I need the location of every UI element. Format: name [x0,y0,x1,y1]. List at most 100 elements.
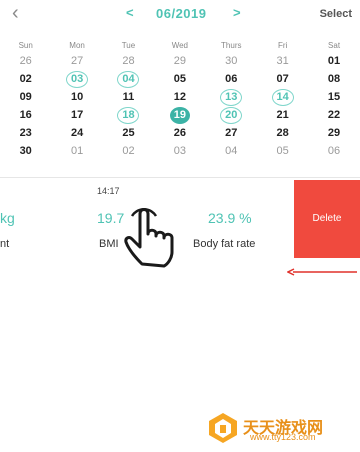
calendar-day[interactable]: 09 [0,88,51,106]
calendar-day[interactable]: 31 [257,52,308,70]
watermark-url: www.tty123.com [250,432,316,442]
calendar-day-number: 27 [70,55,84,67]
calendar-day-number: 18 [117,107,140,124]
calendar-day-number: 15 [327,91,341,103]
calendar-day-number: 02 [122,145,135,157]
calendar-day-number: 26 [19,55,32,67]
calendar-day-number: 27 [225,127,238,139]
calendar-day-number: 05 [276,145,289,157]
calendar-day-with-record[interactable]: 03 [51,70,102,88]
calendar-day[interactable]: 12 [154,88,205,106]
calendar-day-number: 20 [220,107,243,124]
calendar-day-number: 17 [70,109,84,121]
calendar-day-number: 28 [276,127,289,139]
calendar-day[interactable]: 11 [103,88,154,106]
calendar-day-number: 14 [271,89,294,106]
weekday-label: Fri [277,41,288,50]
calendar-week-row: 23 24 25 26 27 28 29 [0,124,360,142]
calendar-day[interactable]: 25 [103,124,154,142]
divider [0,177,360,178]
calendar-day[interactable]: 26 [154,124,205,142]
weekday-label: Thurs [221,41,242,50]
weekday-label: Mon [69,41,85,50]
calendar-day[interactable]: 02 [0,70,51,88]
weekday-label: Sun [18,41,33,50]
calendar-day[interactable]: 29 [154,52,205,70]
calendar-day-number: 11 [122,91,135,103]
calendar-day[interactable]: 01 [51,142,102,160]
calendar-day-number: 28 [122,55,135,67]
calendar-day[interactable]: 01 [308,52,359,70]
delete-button[interactable]: Delete [294,180,360,258]
calendar-week-row: 26 27 28 29 30 31 01 [0,52,360,70]
calendar-day[interactable]: 06 [308,142,359,160]
month-title: 06/2019 [156,6,207,21]
calendar-day-number: 23 [19,127,32,139]
calendar-day-number: 07 [276,73,289,85]
calendar-day[interactable]: 21 [257,106,308,124]
calendar-day-number: 29 [327,127,341,139]
calendar-day-number: 01 [70,145,84,157]
calendar-day-number: 06 [225,73,238,85]
calendar-week-row: 02 03 04 05 06 07 08 [0,70,360,88]
calendar-grid: Sun Mon Tue Wed Thurs Fri Sat 26 27 28 29 30… [0,40,360,160]
calendar-day[interactable]: 15 [308,88,359,106]
calendar-day[interactable]: 24 [51,124,102,142]
next-month-icon[interactable]: > [233,5,241,20]
calendar-day[interactable]: 28 [103,52,154,70]
calendar-day[interactable]: 05 [257,142,308,160]
weekday-label: Wed [171,41,189,50]
calendar-day-with-record[interactable]: 14 [257,88,308,106]
calendar-day-number: 26 [173,127,186,139]
calendar-day[interactable]: 27 [206,124,257,142]
calendar-day[interactable]: 22 [308,106,359,124]
calendar-day-number: 29 [173,55,186,67]
calendar-day[interactable]: 03 [154,142,205,160]
calendar-day[interactable]: 06 [206,70,257,88]
body-fat-value: 23.9 % [208,210,252,226]
calendar-day[interactable]: 04 [206,142,257,160]
calendar-day-number: 13 [220,89,243,106]
calendar-day[interactable]: 30 [0,142,51,160]
calendar-day-number: 05 [173,73,186,85]
calendar-day-with-record[interactable]: 13 [206,88,257,106]
calendar-header: ‹ < 06/2019 > Select [0,0,360,30]
weekday-label: Tue [121,41,136,50]
weekday-label: Sat [328,41,341,50]
calendar-day-number: 31 [276,55,289,67]
calendar-day[interactable]: 23 [0,124,51,142]
calendar-day[interactable]: 08 [308,70,359,88]
calendar-day-number: 02 [19,73,32,85]
calendar-day[interactable]: 05 [154,70,205,88]
calendar-day-number: 21 [276,109,289,121]
calendar-weeks: 26 27 28 29 30 31 01 02 03 04 05 06 07 08 09 10 11 12 13 14… [0,52,360,160]
calendar-day[interactable]: 16 [0,106,51,124]
calendar-day[interactable]: 17 [51,106,102,124]
calendar-day[interactable]: 02 [103,142,154,160]
weekday-row: Sun Mon Tue Wed Thurs Fri Sat [0,40,360,52]
select-button[interactable]: Select [320,8,352,20]
calendar-day-number: 01 [327,55,341,67]
calendar-day[interactable]: 28 [257,124,308,142]
calendar-day-selected[interactable]: 19 [154,106,205,124]
calendar-day-number: 03 [173,145,186,157]
calendar-day-number: 04 [225,145,238,157]
calendar-day[interactable]: 26 [0,52,51,70]
calendar-week-row: 09 10 11 12 13 14 15 [0,88,360,106]
back-chevron-icon[interactable]: ‹ [12,2,19,25]
calendar-day-number: 12 [173,91,186,103]
prev-month-icon[interactable]: < [126,5,134,20]
calendar-day-number: 30 [19,145,32,157]
calendar-day-number: 09 [19,91,32,103]
calendar-day[interactable]: 30 [206,52,257,70]
calendar-day-with-record[interactable]: 20 [206,106,257,124]
calendar-day[interactable]: 27 [51,52,102,70]
calendar-day[interactable]: 10 [51,88,102,106]
calendar-week-row: 16 17 18 19 20 21 22 [0,106,360,124]
calendar-day[interactable]: 29 [308,124,359,142]
calendar-day-with-record[interactable]: 04 [103,70,154,88]
calendar-day-number: 04 [117,71,140,88]
calendar-day[interactable]: 07 [257,70,308,88]
calendar-day-with-record[interactable]: 18 [103,106,154,124]
calendar-day-number: 30 [225,55,238,67]
